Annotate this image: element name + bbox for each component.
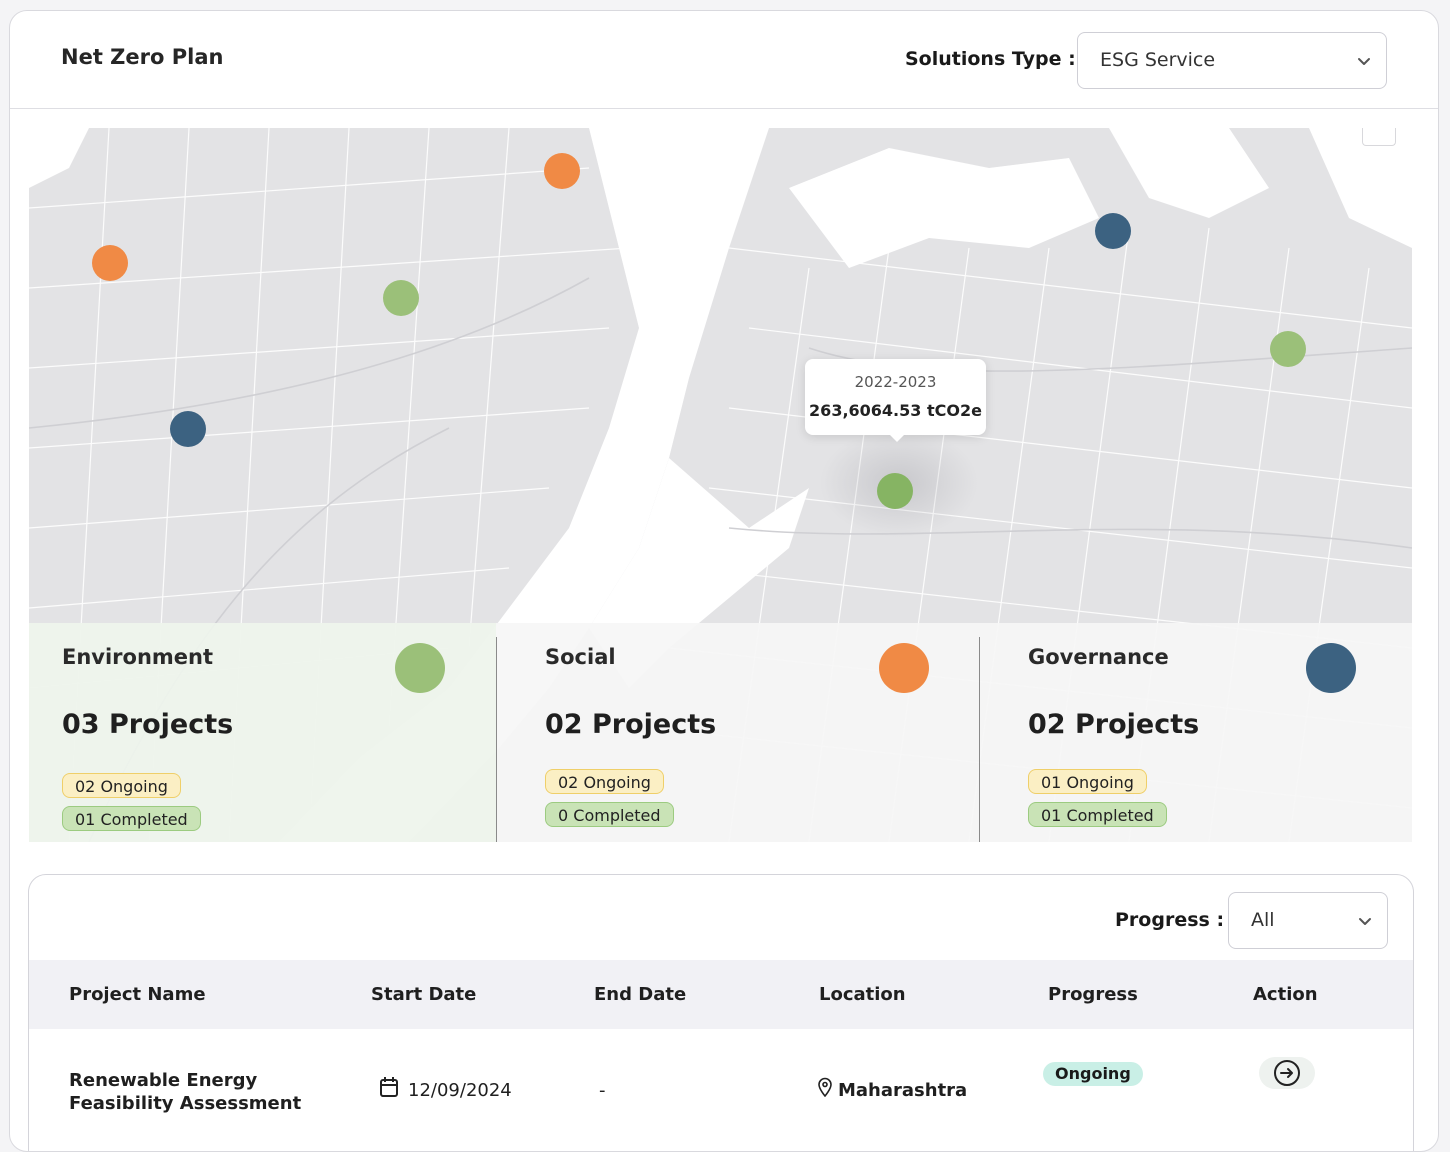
status-badge: Ongoing [1043, 1062, 1143, 1086]
chevron-down-icon [1358, 58, 1370, 65]
map-zoom-button[interactable] [1362, 128, 1396, 146]
social-color-dot [879, 643, 929, 693]
completed-badge: 01 Completed [62, 806, 201, 831]
column-header[interactable]: Progress [1048, 984, 1138, 1005]
governance-color-dot [1306, 643, 1356, 693]
ongoing-badge: 02 Ongoing [545, 769, 664, 794]
environment-summary-panel[interactable]: Environment 03 Projects 02 Ongoing 01 Co… [29, 623, 496, 842]
panel-title: Environment [62, 645, 214, 669]
header-bar: Net Zero Plan Solutions Type : ESG Servi… [10, 11, 1438, 109]
environment-marker-selected[interactable] [877, 473, 913, 509]
ongoing-badge: 01 Ongoing [1028, 769, 1147, 794]
panel-divider [979, 637, 980, 842]
column-header[interactable]: Action [1253, 984, 1318, 1005]
panel-title: Governance [1028, 645, 1169, 669]
tooltip-arrow [889, 434, 905, 442]
arrow-right-circle-icon [1274, 1060, 1300, 1086]
view-project-button[interactable] [1259, 1057, 1315, 1089]
environment-marker[interactable] [1270, 331, 1306, 367]
location: Maharashtra [838, 1080, 968, 1101]
social-marker[interactable] [544, 153, 580, 189]
projects-table-card: Progress : All Project Name Start Date E… [28, 874, 1414, 1151]
table-header: Project Name Start Date End Date Locatio… [29, 960, 1413, 1029]
progress-filter-label: Progress : [1115, 909, 1225, 931]
solutions-type-label: Solutions Type : [905, 48, 1076, 70]
environment-marker[interactable] [383, 280, 419, 316]
social-marker[interactable] [92, 245, 128, 281]
project-name: Renewable Energy Feasibility Assessment [69, 1070, 302, 1114]
tooltip-value: 263,6064.53 tCO2e [809, 401, 982, 420]
solutions-type-value: ESG Service [1100, 49, 1216, 71]
calendar-icon [380, 1077, 398, 1097]
ongoing-badge: 02 Ongoing [62, 773, 181, 798]
completed-badge: 01 Completed [1028, 802, 1167, 827]
page-title: Net Zero Plan [61, 45, 224, 69]
column-header[interactable]: Project Name [69, 984, 206, 1005]
solutions-type-select[interactable]: ESG Service [1077, 32, 1387, 89]
environment-color-dot [395, 643, 445, 693]
map-view[interactable]: 2022-2023 263,6064.53 tCO2e Environment … [29, 128, 1412, 842]
column-header[interactable]: End Date [594, 984, 686, 1005]
progress-filter-select[interactable]: All [1228, 892, 1388, 949]
governance-marker[interactable] [1095, 213, 1131, 249]
panel-divider [496, 637, 497, 842]
panel-title: Social [545, 645, 616, 669]
project-count: 02 Projects [1028, 709, 1200, 740]
end-date: - [599, 1080, 606, 1101]
project-count: 03 Projects [62, 709, 234, 740]
column-header[interactable]: Location [819, 984, 906, 1005]
column-header[interactable]: Start Date [371, 984, 476, 1005]
map-tooltip: 2022-2023 263,6064.53 tCO2e [805, 359, 986, 435]
governance-marker[interactable] [170, 411, 206, 447]
completed-badge: 0 Completed [545, 802, 674, 827]
net-zero-plan-card: Net Zero Plan Solutions Type : ESG Servi… [9, 10, 1439, 1152]
chevron-down-icon [1359, 918, 1371, 925]
progress-filter-value: All [1251, 909, 1275, 931]
project-count: 02 Projects [545, 709, 717, 740]
start-date: 12/09/2024 [408, 1080, 512, 1101]
tooltip-period: 2022-2023 [854, 373, 937, 391]
social-summary-panel[interactable]: Social 02 Projects 02 Ongoing 0 Complete… [496, 623, 979, 842]
location-pin-icon [818, 1077, 832, 1097]
governance-summary-panel[interactable]: Governance 02 Projects 01 Ongoing 01 Com… [979, 623, 1412, 842]
